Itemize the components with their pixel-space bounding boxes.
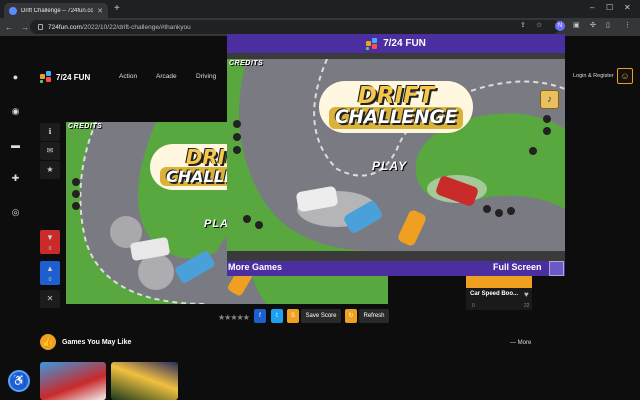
thumbs-up-icon: ▲ bbox=[46, 264, 54, 273]
menu-action[interactable]: Action bbox=[119, 73, 137, 80]
twitter-share-icon[interactable]: t bbox=[271, 309, 283, 323]
recommended-stat-right: 22 bbox=[524, 303, 530, 309]
close-tab-icon[interactable]: ✕ bbox=[97, 7, 103, 15]
popup-play-button[interactable]: PLAY bbox=[372, 159, 407, 173]
game-popup: 7/24 FUN CREDITS ♪ DRIFT CHALLENGE PLAY … bbox=[227, 34, 565, 276]
target-icon[interactable]: ◎ bbox=[10, 207, 21, 218]
full-screen-icon[interactable] bbox=[549, 261, 564, 276]
heart-icon[interactable]: ♥ bbox=[524, 290, 529, 299]
popup-footer: More Games Full Screen bbox=[227, 261, 565, 276]
dislike-count: 0 bbox=[48, 246, 52, 252]
recommended-game-title: Car Speed Boo... bbox=[470, 291, 519, 297]
extension-icon[interactable]: ▣ bbox=[573, 21, 580, 29]
back-icon[interactable]: ← bbox=[5, 23, 13, 32]
screen: Drift Challenge – 724fun.com ✕ + – ☐ ✕ ←… bbox=[0, 0, 640, 400]
puzzle-icon[interactable]: ✚ bbox=[10, 173, 21, 184]
dislike-button[interactable]: ▼ 0 bbox=[40, 230, 60, 254]
address-bar[interactable]: 724fun.com/2022/10/22/drift-challenge/#t… bbox=[30, 20, 560, 34]
like-count: 0 bbox=[48, 277, 52, 283]
full-screen-button[interactable]: Full Screen bbox=[493, 262, 542, 272]
url-text: 724fun.com/2022/10/22/drift-challenge/#t… bbox=[48, 23, 191, 31]
shrink-icon[interactable]: ✕ bbox=[40, 290, 60, 308]
popup-game-title-line1: DRIFT bbox=[357, 83, 435, 109]
lock-icon bbox=[38, 24, 43, 30]
popup-credits-button[interactable]: CREDITS bbox=[229, 60, 263, 67]
minimize-icon[interactable]: – bbox=[590, 3, 594, 12]
more-games-button[interactable]: More Games bbox=[228, 262, 282, 272]
popup-game-title-logo: DRIFT CHALLENGE bbox=[319, 81, 474, 133]
new-tab-icon[interactable]: + bbox=[114, 3, 120, 14]
like-button[interactable]: ▲ 0 bbox=[40, 261, 60, 285]
site-sidebar bbox=[0, 36, 32, 400]
browser-tab[interactable]: Drift Challenge – 724fun.com ✕ bbox=[4, 3, 108, 18]
popup-brand: 7/24 FUN bbox=[383, 38, 426, 49]
popup-game-title-line2: CHALLENGE bbox=[329, 107, 464, 129]
menu-driving[interactable]: Driving bbox=[196, 73, 216, 80]
user-avatar-icon[interactable]: ☺ bbox=[617, 68, 633, 84]
side-panel-icon[interactable]: ▯ bbox=[606, 21, 610, 29]
maximize-icon[interactable]: ☐ bbox=[606, 3, 613, 12]
site-logo[interactable]: 7/24 FUN bbox=[40, 71, 90, 83]
browser-menu-icon[interactable]: ⋮ bbox=[624, 21, 631, 29]
site-favicon-icon bbox=[9, 6, 17, 15]
credits-button[interactable]: CREDITS bbox=[68, 123, 102, 130]
refresh-icon[interactable]: ↻ bbox=[345, 309, 357, 323]
site-brand: 7/24 FUN bbox=[56, 72, 91, 82]
browser-tab-strip: Drift Challenge – 724fun.com ✕ + – ☐ ✕ bbox=[0, 0, 640, 18]
car-icon[interactable]: ▬ bbox=[10, 140, 21, 151]
extension-badge[interactable]: N bbox=[555, 21, 565, 31]
popup-header: 7/24 FUN bbox=[227, 34, 565, 53]
accessibility-icon[interactable]: ♿ bbox=[8, 370, 30, 392]
game-thumbnail[interactable] bbox=[111, 362, 178, 400]
save-score-button[interactable]: Save Score bbox=[301, 309, 341, 323]
popup-game-frame[interactable]: CREDITS ♪ DRIFT CHALLENGE PLAY bbox=[227, 59, 565, 251]
more-link[interactable]: — More bbox=[510, 340, 531, 346]
game-thumbnail[interactable] bbox=[40, 362, 106, 400]
facebook-share-icon[interactable]: f bbox=[254, 309, 266, 323]
recommended-game-card[interactable] bbox=[466, 270, 532, 310]
share-icon[interactable]: ⇪ bbox=[520, 21, 526, 29]
tab-title: Drift Challenge – 724fun.com bbox=[21, 7, 94, 14]
login-register-link[interactable]: Login & Register bbox=[573, 73, 614, 79]
close-window-icon[interactable]: ✕ bbox=[624, 3, 631, 12]
menu-arcade[interactable]: Arcade bbox=[156, 73, 177, 80]
thumbs-down-icon: ▼ bbox=[46, 233, 54, 242]
bookmark-star-icon[interactable]: ☆ bbox=[536, 21, 542, 29]
rating-stars[interactable]: ★★★★★ bbox=[218, 313, 250, 322]
sound-icon[interactable]: ♪ bbox=[540, 90, 559, 109]
extensions-puzzle-icon[interactable]: ✣ bbox=[590, 21, 596, 29]
forward-icon[interactable]: → bbox=[21, 23, 29, 32]
refresh-button[interactable]: Refresh bbox=[359, 309, 389, 323]
thumbs-up-section-icon: 👍 bbox=[40, 334, 56, 350]
bomb-icon[interactable]: ● bbox=[10, 72, 21, 83]
recommended-stat-left: 0 bbox=[472, 303, 475, 309]
logo-mark-icon bbox=[40, 71, 52, 83]
logo-mark-icon bbox=[366, 37, 378, 50]
info-icon[interactable]: ℹ bbox=[40, 123, 60, 141]
comment-icon[interactable]: ✉ bbox=[40, 142, 60, 160]
section-heading: Games You May Like bbox=[62, 339, 132, 346]
favorite-icon[interactable]: ★ bbox=[40, 161, 60, 179]
gamepad-icon[interactable]: ◉ bbox=[10, 106, 21, 117]
save-icon[interactable]: S bbox=[287, 309, 299, 323]
